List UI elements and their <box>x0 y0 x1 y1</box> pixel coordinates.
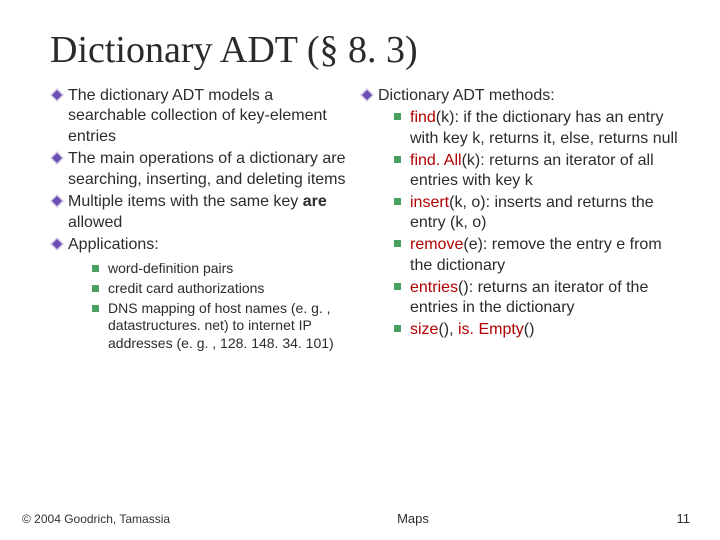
slide-title: Dictionary ADT (§ 8. 3) <box>0 0 720 86</box>
sub-text: size(), is. Empty() <box>410 320 686 340</box>
diamond-icon <box>50 88 68 102</box>
square-icon <box>394 283 410 290</box>
diamond-icon <box>50 151 68 165</box>
sub-text: DNS mapping of host names (e. g. , datas… <box>108 300 348 354</box>
left-column: The dictionary ADT models a searchable c… <box>50 86 360 355</box>
square-icon <box>394 240 410 247</box>
square-icon <box>394 198 410 205</box>
sub-text: find. All(k): returns an iterator of all… <box>410 151 686 191</box>
square-icon <box>394 113 410 120</box>
sub-text: word-definition pairs <box>108 260 348 278</box>
bullet-item: Dictionary ADT methods: <box>360 86 686 106</box>
bullet-text: Applications: <box>68 235 348 255</box>
bullet-item: The main operations of a dictionary are … <box>50 149 348 190</box>
sub-list: word-definition pairs credit card author… <box>50 260 348 354</box>
sub-item: credit card authorizations <box>92 280 348 298</box>
sub-text: remove(e): remove the entry e from the d… <box>410 235 686 275</box>
square-icon <box>394 325 410 332</box>
sub-item: find. All(k): returns an iterator of all… <box>394 151 686 191</box>
sub-text: credit card authorizations <box>108 280 348 298</box>
sub-item: insert(k, o): inserts and returns the en… <box>394 193 686 233</box>
page-number: 11 <box>677 511 691 526</box>
square-icon <box>92 265 108 272</box>
square-icon <box>92 285 108 292</box>
diamond-icon <box>50 237 68 251</box>
square-icon <box>92 305 108 312</box>
sub-item: remove(e): remove the entry e from the d… <box>394 235 686 275</box>
bullet-item: The dictionary ADT models a searchable c… <box>50 86 348 147</box>
sub-item: entries(): returns an iterator of the en… <box>394 278 686 318</box>
bullet-item: Multiple items with the same key are all… <box>50 192 348 233</box>
sub-item: DNS mapping of host names (e. g. , datas… <box>92 300 348 354</box>
sub-text: find(k): if the dictionary has an entry … <box>410 108 686 148</box>
square-icon <box>394 156 410 163</box>
bullet-item: Applications: <box>50 235 348 255</box>
right-column: Dictionary ADT methods: find(k): if the … <box>360 86 686 355</box>
diamond-icon <box>360 88 378 102</box>
sub-item: find(k): if the dictionary has an entry … <box>394 108 686 148</box>
bullet-text: The main operations of a dictionary are … <box>68 149 348 190</box>
sub-text: entries(): returns an iterator of the en… <box>410 278 686 318</box>
bullet-text: Multiple items with the same key are all… <box>68 192 348 233</box>
sub-list: find(k): if the dictionary has an entry … <box>360 108 686 340</box>
copyright: © 2004 Goodrich, Tamassia <box>22 512 170 526</box>
diamond-icon <box>50 194 68 208</box>
sub-item: word-definition pairs <box>92 260 348 278</box>
bullet-text: Dictionary ADT methods: <box>378 86 686 106</box>
sub-item: size(), is. Empty() <box>394 320 686 340</box>
bullet-text: The dictionary ADT models a searchable c… <box>68 86 348 147</box>
sub-text: insert(k, o): inserts and returns the en… <box>410 193 686 233</box>
